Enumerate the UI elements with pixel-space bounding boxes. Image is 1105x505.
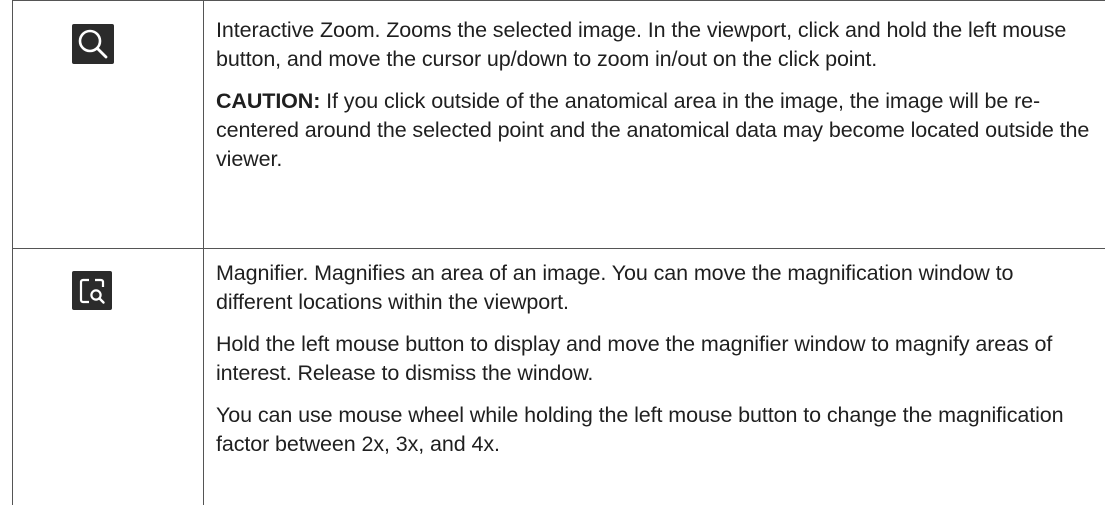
description-cell-zoom: Interactive Zoom. Zooms the selected ima… bbox=[204, 1, 1105, 249]
icon-cell-zoom bbox=[13, 1, 204, 249]
magnifier-description: Magnifier. Magnifies an area of an image… bbox=[216, 259, 1091, 317]
zoom-description: Interactive Zoom. Zooms the selected ima… bbox=[216, 16, 1091, 74]
magnifier-window-icon bbox=[76, 275, 108, 307]
magnifier-usage: Hold the left mouse button to display an… bbox=[216, 330, 1091, 388]
zoom-magnifying-glass-icon bbox=[76, 27, 110, 61]
magnifier-wheel-usage: You can use mouse wheel while holding th… bbox=[216, 401, 1091, 459]
table-row-magnifier: Magnifier. Magnifies an area of an image… bbox=[13, 249, 1105, 505]
description-cell-magnifier: Magnifier. Magnifies an area of an image… bbox=[204, 249, 1105, 505]
table-row-interactive-zoom: Interactive Zoom. Zooms the selected ima… bbox=[13, 1, 1105, 249]
magnifier-tool-button bbox=[72, 271, 112, 310]
caution-label: CAUTION: bbox=[216, 89, 320, 113]
caution-note: CAUTION: If you click outside of the ana… bbox=[216, 87, 1091, 174]
zoom-tool-button bbox=[72, 24, 114, 64]
icon-cell-magnifier bbox=[13, 249, 204, 505]
tools-description-table: Interactive Zoom. Zooms the selected ima… bbox=[12, 0, 1105, 505]
caution-text: If you click outside of the anatomical a… bbox=[216, 89, 1089, 171]
